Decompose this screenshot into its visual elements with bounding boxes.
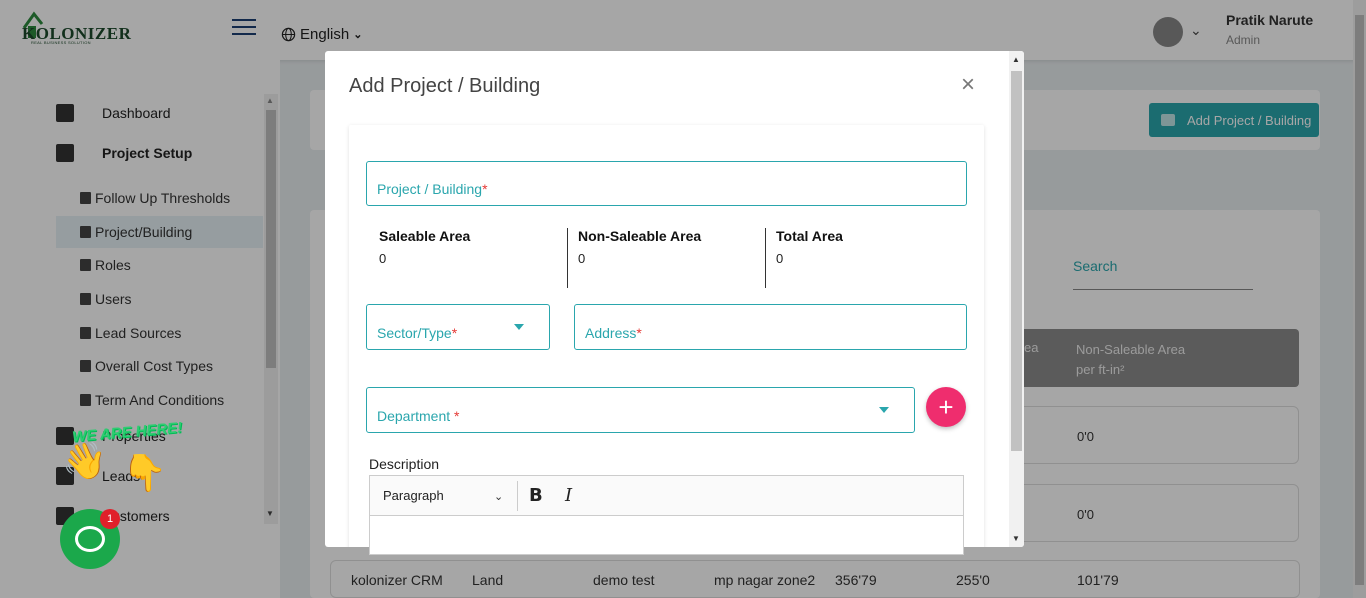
- address-label: Address: [585, 325, 637, 341]
- chevron-down-icon[interactable]: ⌄: [494, 490, 503, 503]
- scroll-up-icon[interactable]: ▲: [1012, 55, 1020, 64]
- total-area: Total Area 0: [776, 228, 843, 266]
- close-icon[interactable]: ×: [961, 71, 975, 99]
- add-project-modal: Add Project / Building × ▲ ▼: [325, 51, 1024, 547]
- field-label: Project / Building*: [377, 181, 488, 197]
- caret-down-icon: [879, 407, 889, 413]
- non-saleable-area: Non-Saleable Area 0: [578, 228, 701, 266]
- chat-unread-badge: 1: [100, 509, 120, 529]
- total-area-label: Total Area: [776, 228, 843, 244]
- saleable-area-label: Saleable Area: [379, 228, 471, 244]
- required-mark: *: [454, 408, 460, 424]
- non-saleable-area-label: Non-Saleable Area: [578, 228, 702, 244]
- field-label: Sector/Type*: [377, 325, 457, 341]
- waving-hand-icon: 👋: [62, 440, 107, 481]
- description-editor[interactable]: Paragraph ⌄ B I: [369, 475, 964, 555]
- sector-type-select[interactable]: Sector/Type*: [366, 304, 550, 350]
- toolbar-divider: [517, 481, 518, 511]
- department-label: Department: [377, 408, 455, 424]
- address-input[interactable]: Address*: [574, 304, 967, 350]
- caret-down-icon: [514, 324, 524, 330]
- add-department-button[interactable]: +: [926, 387, 966, 427]
- divider: [567, 228, 568, 288]
- modal-title: Add Project / Building: [349, 75, 541, 97]
- required-mark: *: [451, 325, 458, 341]
- modal-scrollbar-thumb[interactable]: [1011, 71, 1022, 451]
- sector-type-label: Sector/Type: [377, 325, 452, 341]
- field-label: Department *: [377, 408, 460, 424]
- editor-toolbar: Paragraph ⌄ B I: [370, 476, 963, 516]
- divider: [765, 228, 766, 288]
- required-mark: *: [482, 181, 488, 197]
- pointing-hand-icon: 👇: [122, 452, 167, 493]
- total-area-value: 0: [776, 251, 784, 266]
- saleable-area: Saleable Area 0: [379, 228, 470, 266]
- non-saleable-area-value: 0: [578, 251, 586, 266]
- chat-icon: [75, 526, 105, 552]
- description-label: Description: [369, 456, 440, 472]
- required-mark: *: [636, 325, 642, 341]
- field-label: Address*: [585, 325, 642, 341]
- department-select[interactable]: Department *: [366, 387, 915, 433]
- project-building-input[interactable]: Project / Building*: [366, 161, 967, 206]
- bold-button[interactable]: B: [529, 485, 543, 506]
- saleable-area-value: 0: [379, 251, 387, 266]
- italic-button[interactable]: I: [565, 485, 572, 506]
- project-building-label: Project / Building: [377, 181, 483, 197]
- block-format-select[interactable]: Paragraph: [383, 488, 503, 503]
- scroll-down-icon[interactable]: ▼: [1012, 534, 1020, 543]
